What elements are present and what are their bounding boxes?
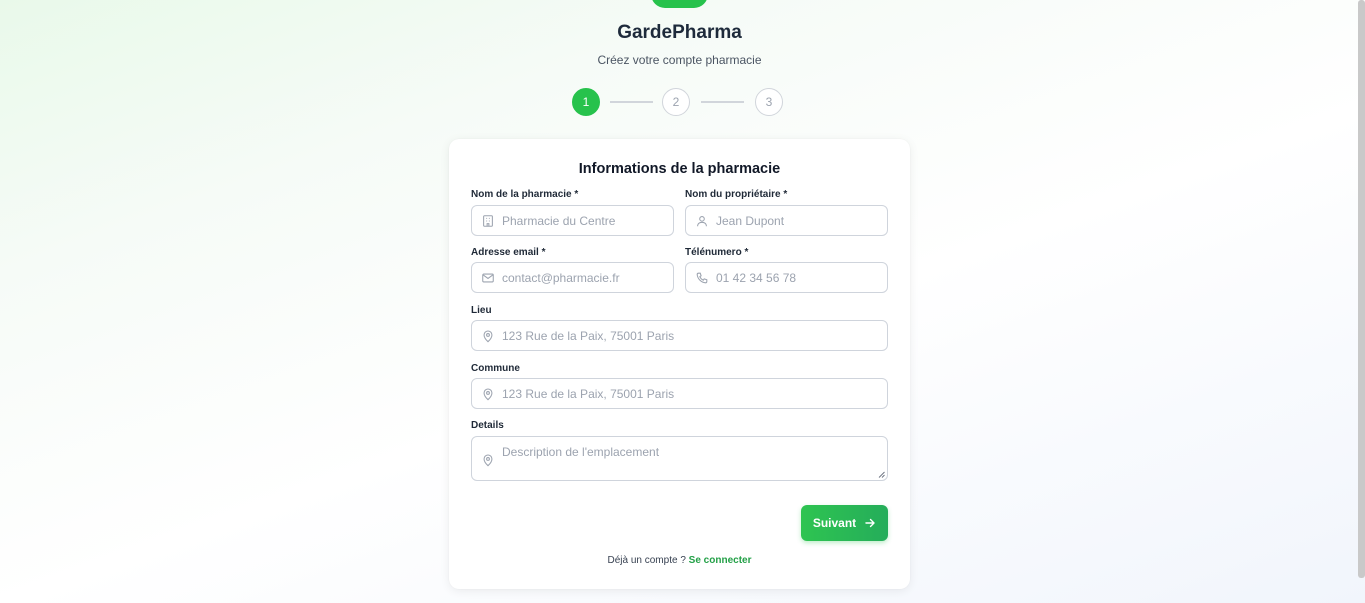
brand-title: GardePharma [617,22,742,43]
step-1: 1 [572,88,600,116]
commune-label: Commune [471,363,520,374]
details-textarea[interactable]: Description de l'emplacement [471,436,888,481]
owner-name-input[interactable]: Jean Dupont [685,205,888,236]
phone-label: Télénumero * [685,247,749,258]
phone-placeholder: 01 42 34 56 78 [716,270,797,285]
resize-handle-icon[interactable] [878,471,885,478]
next-button-label: Suivant [812,516,857,530]
registration-card: Informations de la pharmacie Nom de la p… [449,139,910,589]
owner-name-placeholder: Jean Dupont [716,213,785,228]
step-3: 3 [755,88,783,116]
login-prompt: Déjà un compte ? Se connecter [449,555,910,566]
mail-icon [481,271,495,285]
user-icon [695,214,709,228]
login-prompt-text: Déjà un compte ? [607,555,686,566]
map-pin-icon [481,329,495,343]
email-input[interactable]: contact@pharmacie.fr [471,262,674,293]
brand-subtitle: Créez votre compte pharmacie [597,53,762,67]
scrollbar[interactable] [1358,0,1365,578]
next-button[interactable]: Suivant [801,505,888,541]
lieu-input[interactable]: 123 Rue de la Paix, 75001 Paris [471,320,888,351]
login-link[interactable]: Se connecter [689,555,752,566]
form-title: Informations de la pharmacie [578,161,781,177]
details-placeholder: Description de l'emplacement [502,445,660,459]
building-icon [481,214,495,228]
lieu-placeholder: 123 Rue de la Paix, 75001 Paris [502,328,675,343]
step-2: 2 [662,88,690,116]
commune-placeholder: 123 Rue de la Paix, 75001 Paris [502,386,675,401]
email-placeholder: contact@pharmacie.fr [502,270,620,285]
owner-name-label: Nom du propriétaire * [685,189,788,200]
map-pin-icon [481,387,495,401]
step-connector [610,101,653,103]
email-label: Adresse email * [471,247,546,258]
lieu-label: Lieu [471,305,492,316]
commune-input[interactable]: 123 Rue de la Paix, 75001 Paris [471,378,888,409]
stepper: 1 2 3 [572,88,783,116]
pharmacy-name-input[interactable]: Pharmacie du Centre [471,205,674,236]
pharmacy-name-placeholder: Pharmacie du Centre [502,213,616,228]
phone-input[interactable]: 01 42 34 56 78 [685,262,888,293]
pharmacy-name-label: Nom de la pharmacie * [471,189,579,200]
map-pin-icon [481,453,495,467]
arrow-right-icon [865,518,875,528]
phone-icon [695,271,709,285]
step-connector [701,101,744,103]
details-label: Details [471,420,504,431]
logo-badge [651,0,708,8]
